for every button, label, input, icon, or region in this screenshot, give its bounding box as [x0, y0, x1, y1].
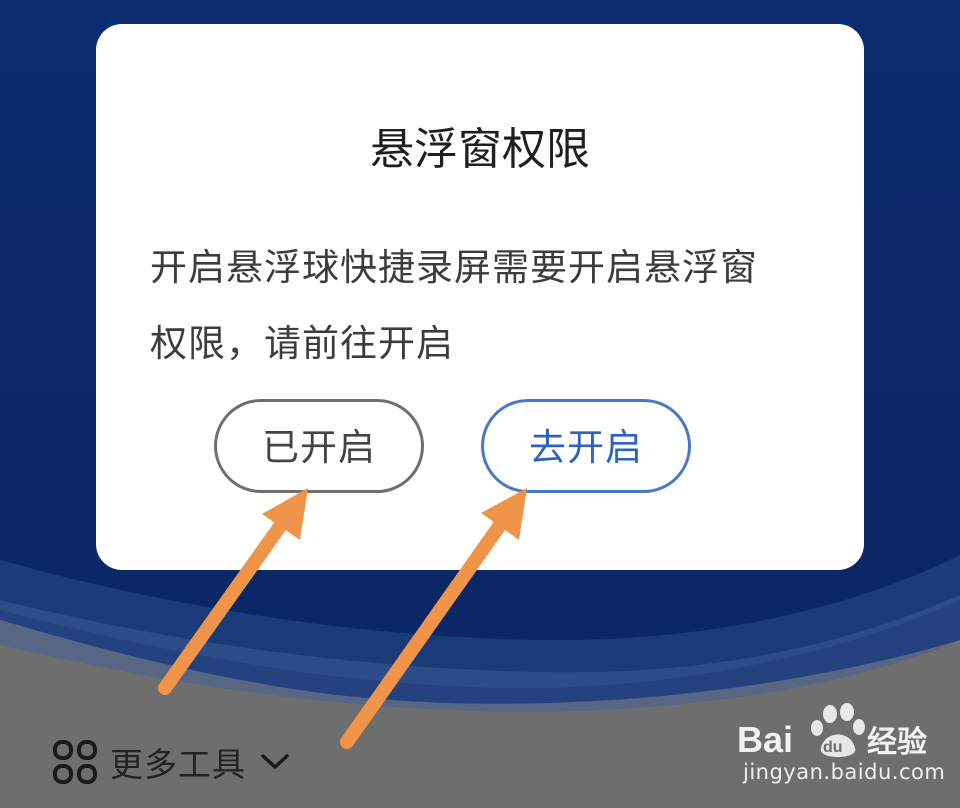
dialog-message-line2: 权限，请前往开启 — [150, 322, 454, 365]
permission-dialog: 悬浮窗权限 开启悬浮球快捷录屏需要开启悬浮窗 权限，请前往开启 已开启 去开启 — [96, 24, 864, 570]
watermark-brand-du: du — [823, 739, 843, 756]
go-enable-button[interactable]: 去开启 — [481, 399, 691, 493]
dialog-title: 悬浮窗权限 — [370, 124, 590, 175]
dialog-message: 开启悬浮球快捷录屏需要开启悬浮窗 权限，请前往开启 — [150, 230, 840, 382]
dialog-message-line1: 开启悬浮球快捷录屏需要开启悬浮窗 — [150, 246, 758, 289]
more-tools-button[interactable]: 更多工具 — [52, 738, 290, 786]
grid-icon — [53, 740, 97, 784]
already-enabled-button[interactable]: 已开启 — [214, 399, 424, 493]
watermark-brand-cn: 经验 — [867, 725, 927, 760]
watermark-url: jingyan.baidu.com — [743, 760, 946, 784]
more-tools-label: 更多工具 — [110, 745, 246, 784]
watermark-brand: Bai — [737, 719, 793, 760]
chevron-down-icon — [261, 754, 289, 769]
